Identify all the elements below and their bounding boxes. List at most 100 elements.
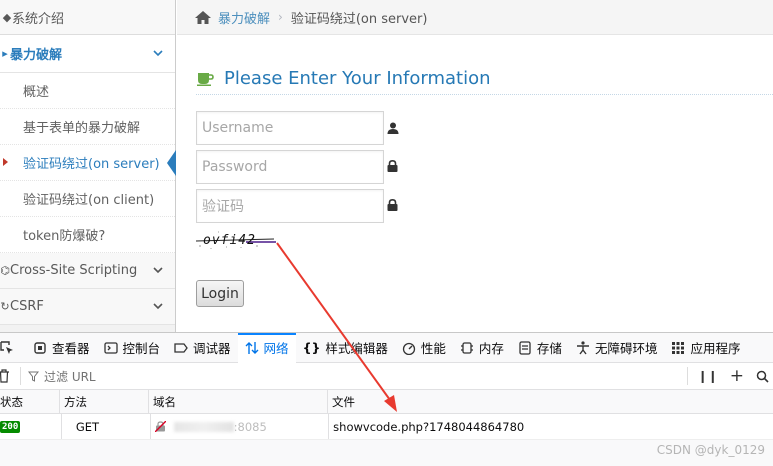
table-row[interactable]: 200 GET :8085 showvcode.php?174804486478… xyxy=(0,414,773,440)
sidebar-item-system-intro[interactable]: ◆ 系统介绍 xyxy=(0,0,175,35)
tab-inspector[interactable]: 查看器 xyxy=(26,333,97,363)
trash-icon[interactable] xyxy=(0,369,10,383)
inspector-icon xyxy=(34,341,46,354)
tab-label: 样式编辑器 xyxy=(325,341,388,356)
column-method[interactable]: 方法 xyxy=(60,390,149,413)
captcha-image[interactable]: ovfi42 xyxy=(195,228,276,252)
tab-label: 控制台 xyxy=(122,341,161,356)
domain-port: :8085 xyxy=(233,419,267,434)
chevron-down-icon xyxy=(153,267,163,274)
username-input[interactable]: Username xyxy=(196,111,384,145)
row-method: GET xyxy=(62,414,151,439)
form-title: Please Enter Your Information xyxy=(224,67,491,89)
diamond-icon: ◆ xyxy=(2,10,12,24)
tab-accessibility[interactable]: 无障碍环境 xyxy=(569,333,665,363)
chevron-down-icon xyxy=(153,303,163,310)
tab-label: 网络 xyxy=(263,341,289,356)
row-status: 200 xyxy=(0,414,62,439)
breadcrumb-separator-icon: › xyxy=(278,10,283,24)
sidebar-item-form-brute-force[interactable]: 基于表单的暴力破解 xyxy=(0,109,175,145)
divider xyxy=(686,367,688,385)
chevron-down-icon xyxy=(153,50,163,57)
sidebar: ◆ 系统介绍 ▸ 暴力破解 概述 基于表单的暴力破解 验证码绕过(on serv… xyxy=(0,0,176,332)
filter-url-input[interactable]: 过滤 URL xyxy=(44,368,96,385)
sidebar-item-label: CSRF xyxy=(10,299,44,314)
status-badge: 200 xyxy=(0,420,21,433)
breadcrumb-current: 验证码绕过(on server) xyxy=(290,11,428,27)
plus-icon[interactable]: + xyxy=(730,366,744,386)
xss-icon: ⌬ xyxy=(0,264,10,277)
active-bullet-icon xyxy=(3,158,8,166)
row-file: showvcode.php?1748044864780 xyxy=(333,419,525,434)
sidebar-section-brute-force[interactable]: ▸ 暴力破解 xyxy=(0,35,175,73)
password-input[interactable]: Password xyxy=(196,150,384,184)
captcha-text: ovfi42 xyxy=(203,233,256,248)
sidebar-item-captcha-on-server[interactable]: 验证码绕过(on server) xyxy=(0,145,176,181)
column-file[interactable]: 文件 xyxy=(328,390,773,413)
pause-icon[interactable]: ❙❙ xyxy=(698,369,718,383)
captcha-placeholder: 验证码 xyxy=(202,199,244,215)
password-placeholder: Password xyxy=(202,159,268,175)
home-icon[interactable] xyxy=(194,10,212,25)
csrf-icon: ↻ xyxy=(0,300,10,313)
column-status[interactable]: 状态 xyxy=(0,390,60,413)
devtools-toolbar: 查看器 控制台 调试器 网络 {} 样式编辑器 性能 内存 存储 无障碍环境 应… xyxy=(0,332,773,363)
tab-label: 性能 xyxy=(420,341,446,356)
element-picker-button[interactable] xyxy=(0,333,26,363)
tab-label: 无障碍环境 xyxy=(594,341,658,356)
sidebar-item-captcha-on-client[interactable]: 验证码绕过(on client) xyxy=(0,181,175,217)
login-button[interactable]: Login xyxy=(196,280,244,307)
tab-label: 内存 xyxy=(478,341,504,356)
tab-console[interactable]: 控制台 xyxy=(97,333,168,363)
breadcrumb: 暴力破解 › 验证码绕过(on server) xyxy=(177,0,773,35)
tab-label: 调试器 xyxy=(193,341,231,356)
sidebar-item-label: token防爆破? xyxy=(23,229,106,244)
tab-network[interactable]: 网络 xyxy=(237,332,296,363)
braces-icon: {} xyxy=(302,340,321,355)
tab-debugger[interactable]: 调试器 xyxy=(167,333,238,363)
sidebar-item-label: 概述 xyxy=(23,85,50,100)
sidebar-item-overview[interactable]: 概述 xyxy=(0,73,175,109)
row-domain: :8085 xyxy=(151,414,330,439)
sidebar-item-csrf[interactable]: ↻ CSRF xyxy=(0,289,175,325)
shield-icon: ▸ xyxy=(2,47,8,60)
accessibility-icon xyxy=(576,340,589,354)
tab-application[interactable]: 应用程序 xyxy=(664,333,747,363)
breadcrumb-link[interactable]: 暴力破解 xyxy=(218,8,270,27)
sidebar-item-label: 系统介绍 xyxy=(12,11,65,27)
sidebar-item-label: Cross-Site Scripting xyxy=(10,263,138,278)
picker-icon xyxy=(0,340,13,354)
redacted-domain xyxy=(173,421,234,432)
watermark: CSDN @dyk_0129 xyxy=(656,443,765,457)
screenshot-root: ◆ 系统介绍 ▸ 暴力破解 概述 基于表单的暴力破解 验证码绕过(on serv… xyxy=(0,0,773,466)
column-domain[interactable]: 域名 xyxy=(149,390,328,413)
network-filter-bar: 过滤 URL ❙❙ + xyxy=(0,363,773,390)
insecure-lock-icon xyxy=(154,421,166,432)
divider xyxy=(20,367,21,385)
performance-icon xyxy=(402,342,416,355)
network-table-header: 状态 方法 域名 文件 xyxy=(0,390,773,414)
debugger-icon xyxy=(174,342,188,353)
sidebar-item-label: 验证码绕过(on server) xyxy=(23,157,160,172)
tab-label: 存储 xyxy=(536,341,562,356)
form-header: Please Enter Your Information xyxy=(196,62,773,95)
tab-performance[interactable]: 性能 xyxy=(395,333,453,363)
search-icon[interactable] xyxy=(756,370,769,383)
sidebar-item-xss[interactable]: ⌬ Cross-Site Scripting xyxy=(0,253,175,289)
captcha-input[interactable]: 验证码 xyxy=(196,189,384,223)
sidebar-section-label: 暴力破解 xyxy=(10,48,63,63)
filter-icon xyxy=(28,371,39,382)
tab-memory[interactable]: 内存 xyxy=(453,333,511,363)
user-icon xyxy=(387,122,399,134)
sidebar-item-token[interactable]: token防爆破? xyxy=(0,217,175,253)
active-caret-icon xyxy=(167,150,176,176)
tab-style-editor[interactable]: {} 样式编辑器 xyxy=(296,333,395,363)
tab-storage[interactable]: 存储 xyxy=(511,333,569,363)
application-icon xyxy=(672,341,685,354)
tab-label: 查看器 xyxy=(52,341,90,356)
tab-label: 应用程序 xyxy=(690,341,741,356)
console-icon xyxy=(103,341,118,354)
lock-icon xyxy=(387,199,398,211)
sidebar-item-label: 基于表单的暴力破解 xyxy=(23,121,141,136)
coffee-icon xyxy=(197,73,214,86)
